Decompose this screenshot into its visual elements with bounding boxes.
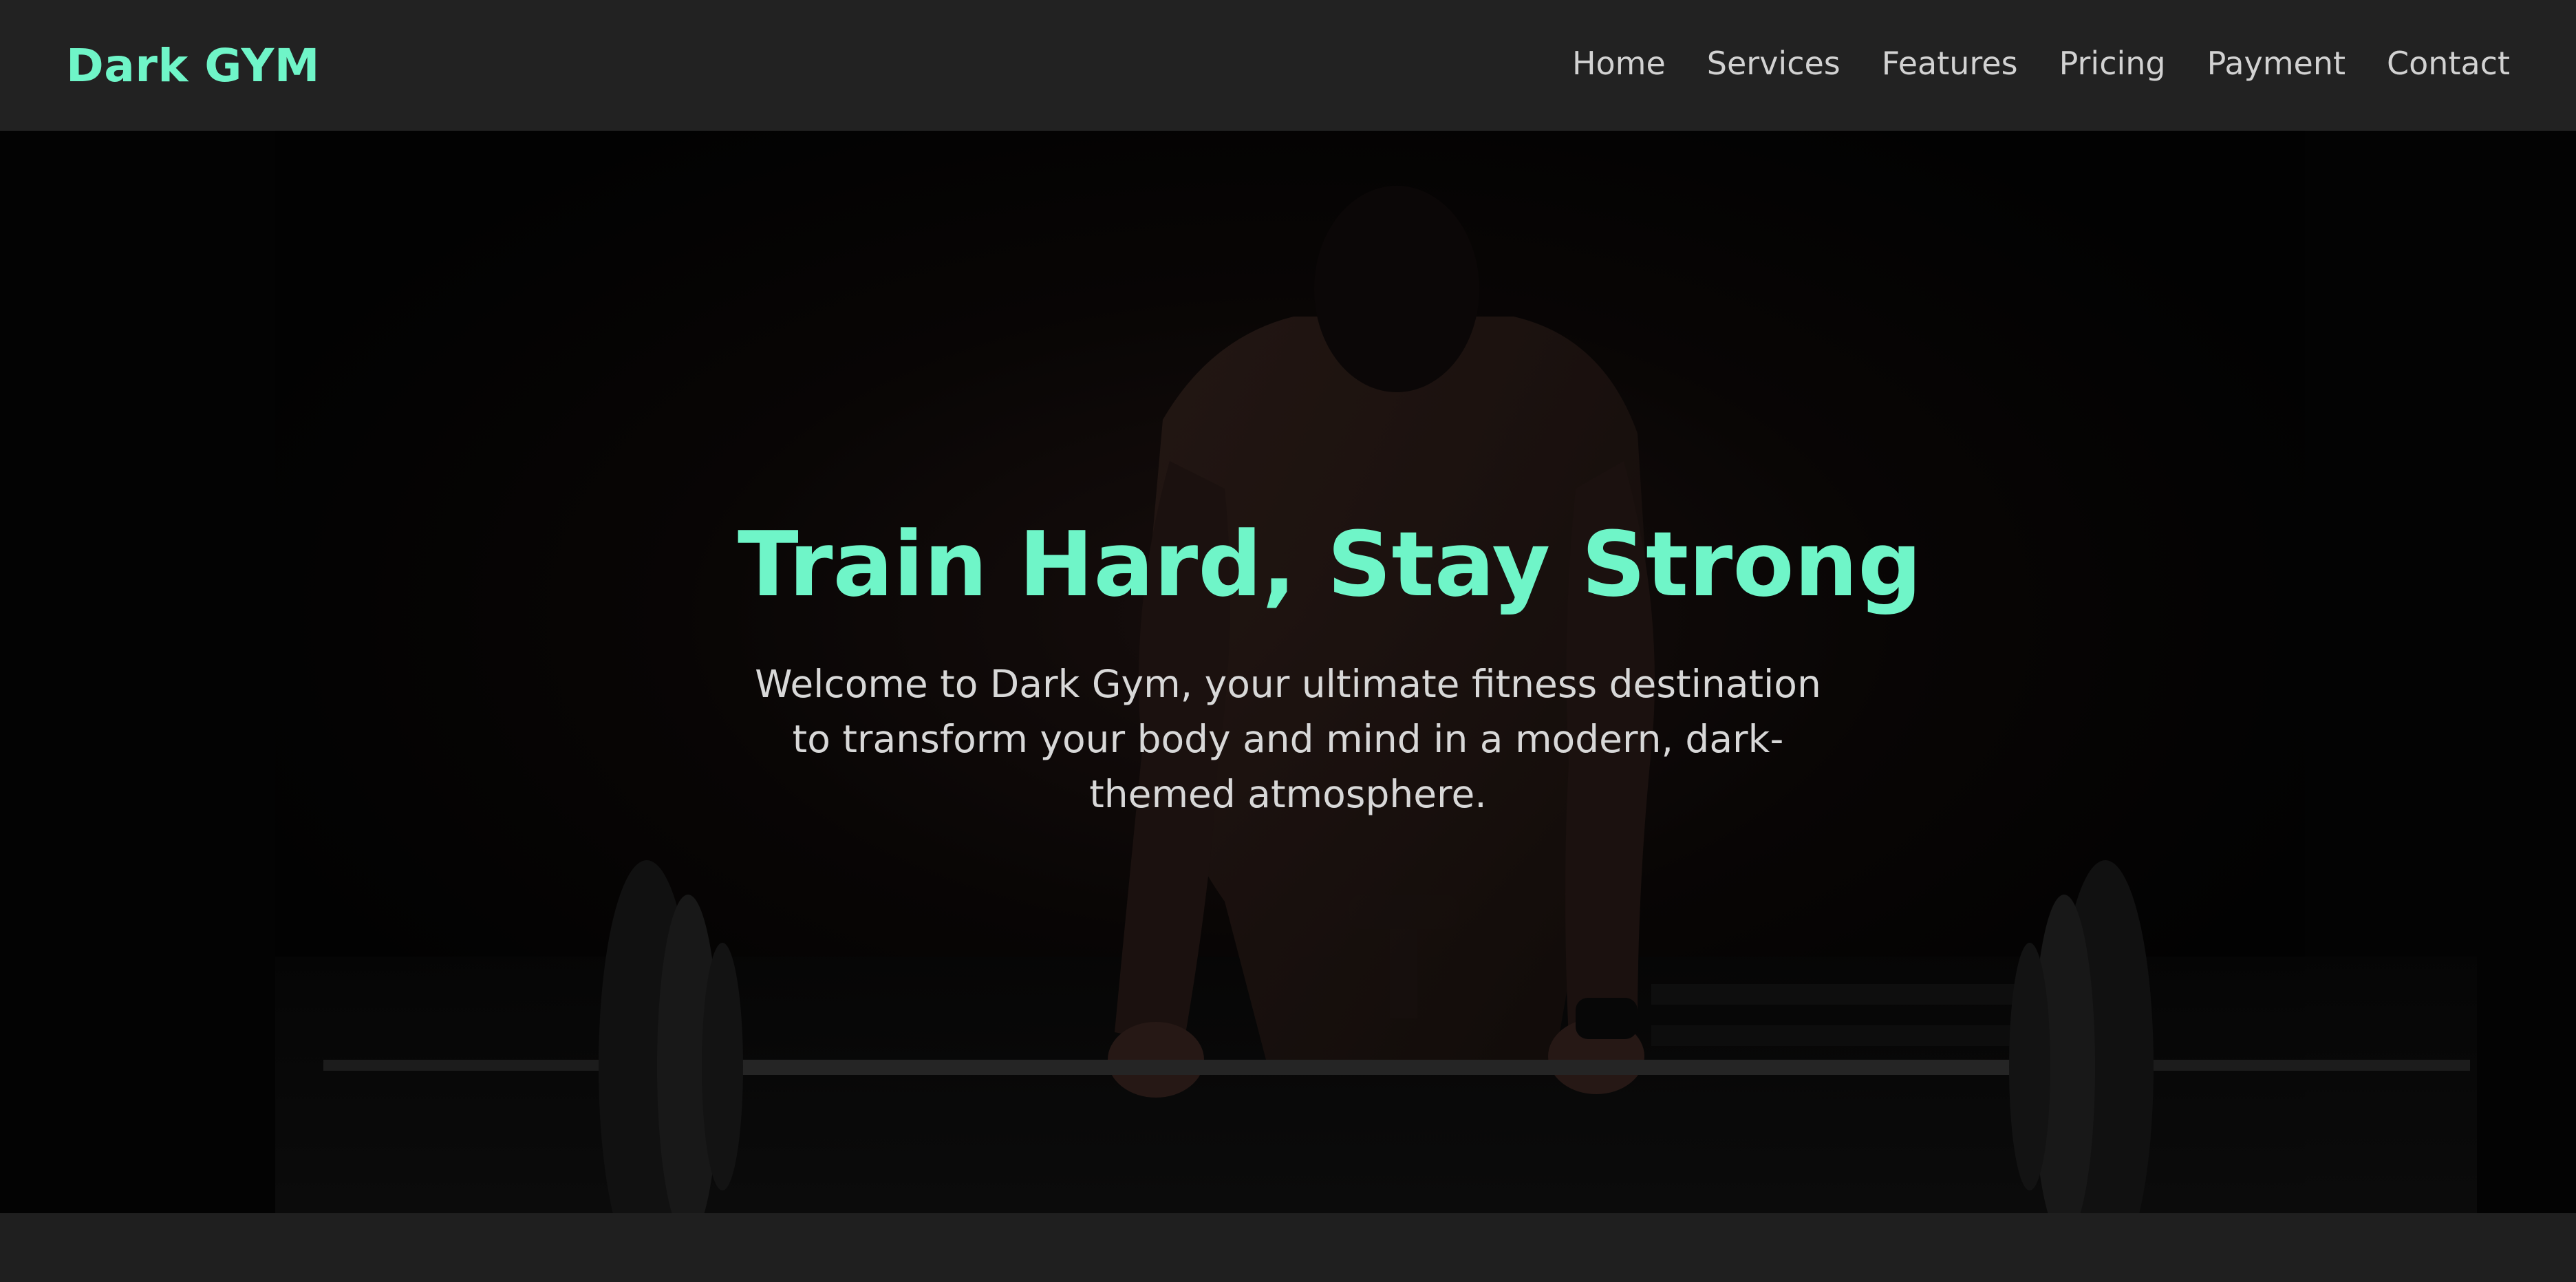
nav-link-pricing[interactable]: Pricing: [2059, 45, 2166, 82]
nav-link-payment[interactable]: Payment: [2207, 45, 2346, 82]
hero-content: Train Hard, Stay Strong Welcome to Dark …: [738, 512, 1922, 822]
nav-link-contact[interactable]: Contact: [2387, 45, 2510, 82]
nav-link-features[interactable]: Features: [1882, 45, 2018, 82]
hero-description: Welcome to Dark Gym, your ultimate fitne…: [755, 661, 1821, 816]
hero-section: Train Hard, Stay Strong Welcome to Dark …: [0, 131, 2576, 1213]
nav-menu: Home Services Features Pricing Payment C…: [1531, 45, 2510, 82]
hero-title: Train Hard, Stay Strong: [738, 512, 1922, 617]
nav-link-services[interactable]: Services: [1707, 45, 1840, 82]
nav-link-home[interactable]: Home: [1572, 45, 1666, 82]
site-logo[interactable]: Dark GYM: [66, 39, 320, 92]
navbar: Dark GYM Home Services Features Pricing …: [0, 0, 2576, 131]
section-divider: [0, 1213, 2576, 1282]
